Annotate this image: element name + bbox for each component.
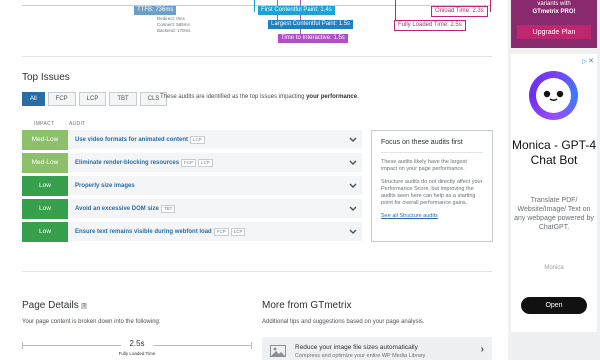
audit-title[interactable]: Properly size images [75,183,135,189]
metric-tag: FCP [181,158,197,167]
tip-title: Reduce your image file sizes automatical… [295,344,418,351]
fully-loaded-value: 2.5s [121,339,153,348]
image-icon [270,345,286,357]
ad-description: Translate PDF/ Website/Image/ Text on an… [514,197,594,231]
page-details-heading: Page Details [22,300,79,311]
tip-subtitle: Compress and optimize your entire WP Med… [295,353,426,359]
top-issues-title: Top Issues [22,72,70,83]
divider [22,56,492,57]
issue-row[interactable]: Med-Low Use video formats for animated c… [22,129,362,150]
impact-column-header: IMPACT [34,121,55,127]
fully-loaded-timeline: 2.5s Fully Loaded Time [22,339,252,360]
issue-row[interactable]: Med-Low Eliminate render-blocking resour… [22,152,362,173]
metric-tag: TBT [160,204,176,213]
image-compression-tip[interactable]: Reduce your image file sizes automatical… [262,337,492,360]
audit-title[interactable]: Ensure text remains visible during webfo… [75,229,212,235]
impact-badge: Low [22,175,68,196]
note-text: These audits are identified as the top i… [160,94,307,100]
chevron-down-icon[interactable] [344,137,362,142]
audit-title[interactable]: Avoid an excessive DOM size [75,206,159,212]
issue-row[interactable]: Low Ensure text remains visible during w… [22,221,362,242]
more-title: More from GTmetrix [262,300,352,311]
sidebar-ads: variants with GTmetrix PRO! Upgrade Plan … [508,0,600,360]
audit-title[interactable]: Use video formats for animated content [75,137,188,143]
open-button[interactable]: Open [521,297,587,314]
upgrade-plan-button[interactable]: Upgrade Plan [517,25,591,39]
tab-fcp[interactable]: FCP [47,92,76,106]
timing-waterfall: TTFB: 736ms Redirect: 0ms Connect: 565ms… [22,0,492,50]
promo-text-1: variants with [537,1,571,7]
page-details-title: Page Details? [22,300,88,311]
structure-audits-link[interactable]: See all Structure audits [381,213,483,219]
tab-lcp[interactable]: LCP [78,92,107,106]
focus-title: Focus on these audits first [381,139,483,153]
monica-logo-icon [529,71,578,120]
ttfb-chip: TTFB: 736ms [134,6,177,15]
issue-row[interactable]: Low Avoid an excessive DOM size TBT [22,198,362,219]
chevron-down-icon[interactable] [344,160,362,165]
monica-ad[interactable]: ▷ ✕ Monica - GPT-4 Chat Bot Translate PD… [511,54,597,332]
metric-tag: LCP [230,227,246,236]
ttfb-breakdown: Redirect: 0ms Connect: 565ms Backend: 17… [157,16,191,34]
note-suffix: . [357,94,359,100]
lcp-marker: Largest Contentful Paint: 1.5s [268,20,354,29]
onload-marker: Onload Time: 2.3s [431,6,488,17]
report-main: TTFB: 736ms Redirect: 0ms Connect: 565ms… [0,0,508,360]
ad-headline: Monica - GPT-4 Chat Bot [511,138,597,167]
adchoices-icon[interactable]: ▷ [582,58,587,65]
ttfb-backend: Backend: 170ms [157,28,191,33]
ad-brand: Monica [544,265,564,271]
chevron-down-icon[interactable] [344,206,362,211]
metric-tag: FCP [213,227,229,236]
promo-text-2: GTmetrix PRO! [532,9,576,15]
impact-badge: Med-Low [22,152,68,173]
focus-text-2: Structure audits do not directly affect … [381,179,483,206]
tab-tbt[interactable]: TBT [109,92,137,106]
tti-marker: Time to Interactive: 1.5s [278,34,348,43]
tab-all[interactable]: All [22,92,45,106]
impact-badge: Low [22,198,68,219]
page-details-subtitle: Your page content is broken down into th… [22,319,161,325]
audit-title[interactable]: Eliminate render-blocking resources [75,160,179,166]
help-icon[interactable]: ? [80,303,88,309]
fully-loaded-marker: Fully Loaded Time: 2.5s [394,20,466,31]
issue-filter-tabs: All FCP LCP TBT CLS [22,92,168,106]
fcp-marker: First Contentful Paint: 1.4s [258,6,335,15]
audit-column-header: AUDIT [69,121,86,127]
divider [22,271,492,272]
pro-promo: variants with GTmetrix PRO! Upgrade Plan [511,0,597,48]
metric-tag: LCP [198,158,213,167]
impact-badge: Low [22,221,68,242]
fully-loaded-label: Fully Loaded Time [118,351,156,356]
chevron-right-icon[interactable]: › [481,344,484,355]
chevron-down-icon[interactable] [344,183,362,188]
impact-badge: Med-Low [22,129,68,150]
note-bold: your performance [306,94,358,100]
chevron-down-icon[interactable] [344,229,362,234]
more-subtitle: Additional tips and suggestions based on… [262,319,425,325]
focus-text-1: These audits likely have the largest imp… [381,159,467,172]
top-issues-note: These audits are identified as the top i… [160,94,359,100]
metric-tag: LCP [190,135,205,144]
issue-row[interactable]: Low Properly size images [22,175,362,196]
close-icon[interactable]: ✕ [588,57,594,65]
focus-audits-panel: Focus on these audits first These audits… [371,130,493,242]
